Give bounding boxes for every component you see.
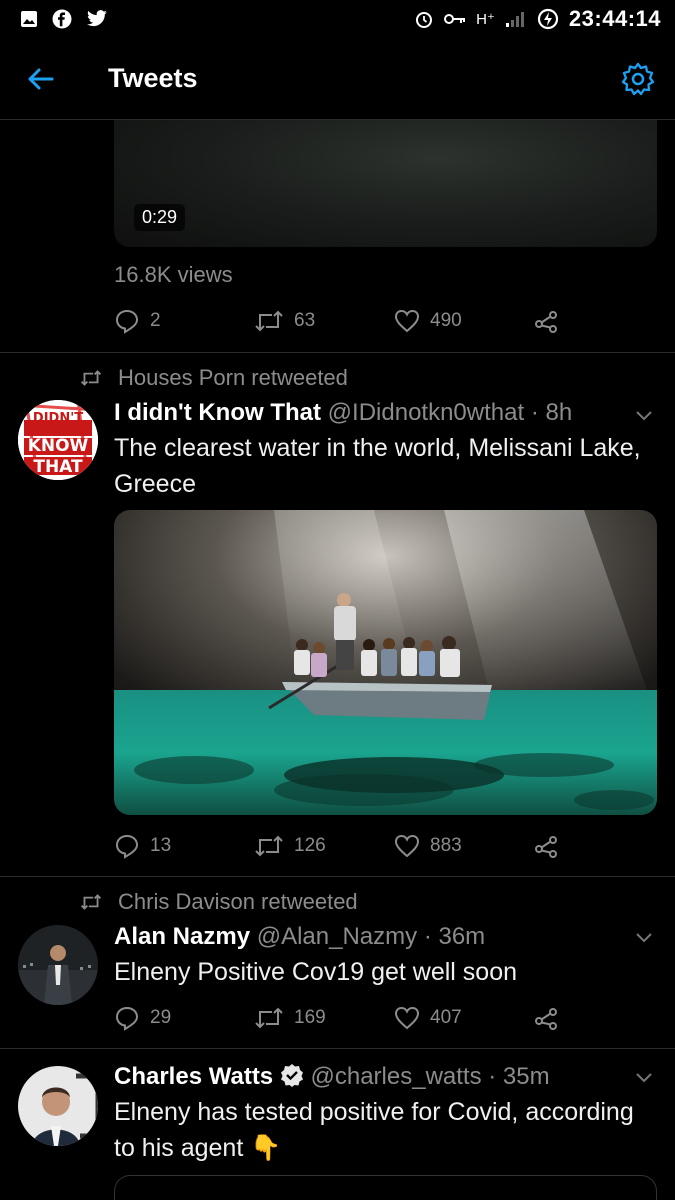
page-title: Tweets xyxy=(108,63,198,93)
retweet-icon xyxy=(255,310,283,332)
facebook-icon xyxy=(52,9,72,29)
tweet-actions: 29 169 407 xyxy=(114,1003,594,1033)
retweet-icon xyxy=(80,370,102,386)
like-button[interactable]: 490 xyxy=(394,309,534,333)
retweeted-by-label: Chris Davison retweeted xyxy=(118,889,358,914)
quoted-tweet[interactable] xyxy=(114,1175,657,1200)
tweet-photo[interactable] xyxy=(114,510,657,815)
tweet-text: The clearest water in the world, Melissa… xyxy=(114,434,641,498)
svg-text:DIDN'T: DIDN'T xyxy=(33,411,83,426)
gear-icon xyxy=(621,62,655,96)
heart-icon xyxy=(394,1006,420,1030)
clock: 23:44:14 xyxy=(568,6,661,31)
tweet-header: Charles Watts @charles_watts · 35m xyxy=(114,1063,550,1094)
reply-icon xyxy=(115,834,139,859)
chevron-down-icon[interactable] xyxy=(633,404,655,426)
timestamp: · 35m xyxy=(488,1063,550,1090)
display-name[interactable]: Alan Nazmy xyxy=(114,923,250,950)
retweet-icon xyxy=(80,894,102,910)
like-button[interactable]: 407 xyxy=(394,1006,534,1030)
share-icon xyxy=(535,1008,557,1030)
avatar[interactable] xyxy=(18,925,98,1005)
retweet-button[interactable]: 169 xyxy=(254,1007,394,1029)
back-arrow-icon xyxy=(28,68,54,89)
status-bar: H⁺ 23:44:14 xyxy=(0,0,675,38)
svg-text:KNOW: KNOW xyxy=(28,436,89,456)
alan-nazmy-photo xyxy=(18,925,98,1005)
handle[interactable]: @IDidnotkn0wthat xyxy=(328,399,524,426)
retweeted-by: Houses Porn retweeted xyxy=(80,365,348,391)
avatar[interactable]: DIDN'T KNOW THAT xyxy=(18,400,98,480)
didnt-know-that-logo: DIDN'T KNOW THAT xyxy=(18,400,98,480)
share-icon xyxy=(535,311,557,333)
share-button[interactable] xyxy=(534,309,560,333)
signal-icon xyxy=(505,10,527,28)
tweet-text: Elneny Positive Cov19 get well soon xyxy=(114,958,518,986)
alarm-icon xyxy=(414,9,434,29)
tweet-card[interactable]: 0:29 16.8K views 2 63 490 xyxy=(0,120,675,353)
retweet-icon xyxy=(255,1007,283,1029)
settings-button[interactable] xyxy=(619,60,657,98)
timestamp: · 36m xyxy=(423,923,486,950)
timestamp: · 8h xyxy=(530,399,573,426)
network-type: H⁺ xyxy=(476,11,495,28)
vpn-key-icon xyxy=(444,12,466,26)
share-button[interactable] xyxy=(534,834,560,858)
retweet-button[interactable]: 126 xyxy=(254,835,394,857)
share-icon xyxy=(535,836,557,858)
reply-button[interactable]: 2 xyxy=(114,308,254,334)
chevron-down-icon[interactable] xyxy=(633,1066,655,1088)
retweet-count: 126 xyxy=(294,835,326,856)
handle[interactable]: @Alan_Nazmy xyxy=(257,923,417,950)
tweet-card[interactable]: Chris Davison retweeted Alan Nazmy @Alan… xyxy=(0,877,675,1049)
tweet-actions: 13 126 883 xyxy=(114,831,594,861)
battery-saver-icon xyxy=(537,8,559,30)
like-count: 883 xyxy=(430,835,462,856)
reply-count: 2 xyxy=(150,310,161,331)
tweet-header: Alan Nazmy @Alan_Nazmy · 36m xyxy=(114,923,485,951)
reply-count: 13 xyxy=(150,835,172,856)
retweeted-by: Chris Davison retweeted xyxy=(80,889,358,915)
reply-icon xyxy=(115,1006,139,1031)
heart-icon xyxy=(394,309,420,333)
app-bar: Tweets xyxy=(0,38,675,120)
retweet-icon xyxy=(255,835,283,857)
twitter-icon xyxy=(86,10,108,28)
gallery-icon xyxy=(20,10,38,28)
tweet-text: Elneny has tested positive for Covid, ac… xyxy=(114,1098,634,1162)
video-thumbnail[interactable]: 0:29 xyxy=(114,120,657,247)
video-duration: 0:29 xyxy=(134,204,186,231)
chevron-down-icon[interactable] xyxy=(633,926,655,948)
like-count: 407 xyxy=(430,1007,462,1028)
heart-icon xyxy=(394,834,420,858)
display-name[interactable]: I didn't Know That xyxy=(114,399,321,426)
avatar[interactable] xyxy=(18,1066,98,1146)
tweet-card[interactable]: Houses Porn retweeted DIDN'T KNOW THAT I… xyxy=(0,353,675,877)
charles-watts-photo xyxy=(18,1066,98,1146)
retweeted-by-label: Houses Porn retweeted xyxy=(118,365,348,390)
like-button[interactable]: 883 xyxy=(394,834,534,858)
tweet-header: I didn't Know That @IDidnotkn0wthat · 8h xyxy=(114,399,572,427)
verified-badge-icon xyxy=(280,1063,304,1094)
retweet-count: 63 xyxy=(294,310,316,331)
retweet-count: 169 xyxy=(294,1007,326,1028)
reply-button[interactable]: 13 xyxy=(114,833,254,859)
reply-button[interactable]: 29 xyxy=(114,1005,254,1031)
svg-text:THAT: THAT xyxy=(33,457,83,477)
retweet-button[interactable]: 63 xyxy=(254,310,394,332)
handle[interactable]: @charles_watts xyxy=(311,1063,482,1090)
tweet-actions: 2 63 490 xyxy=(114,306,594,336)
reply-icon xyxy=(115,309,139,334)
reply-count: 29 xyxy=(150,1007,172,1028)
like-count: 490 xyxy=(430,310,462,331)
share-button[interactable] xyxy=(534,1006,560,1030)
back-button[interactable] xyxy=(0,38,80,120)
display-name[interactable]: Charles Watts xyxy=(114,1063,273,1090)
view-count: 16.8K views xyxy=(114,262,233,287)
lake-boat-image xyxy=(114,510,657,815)
